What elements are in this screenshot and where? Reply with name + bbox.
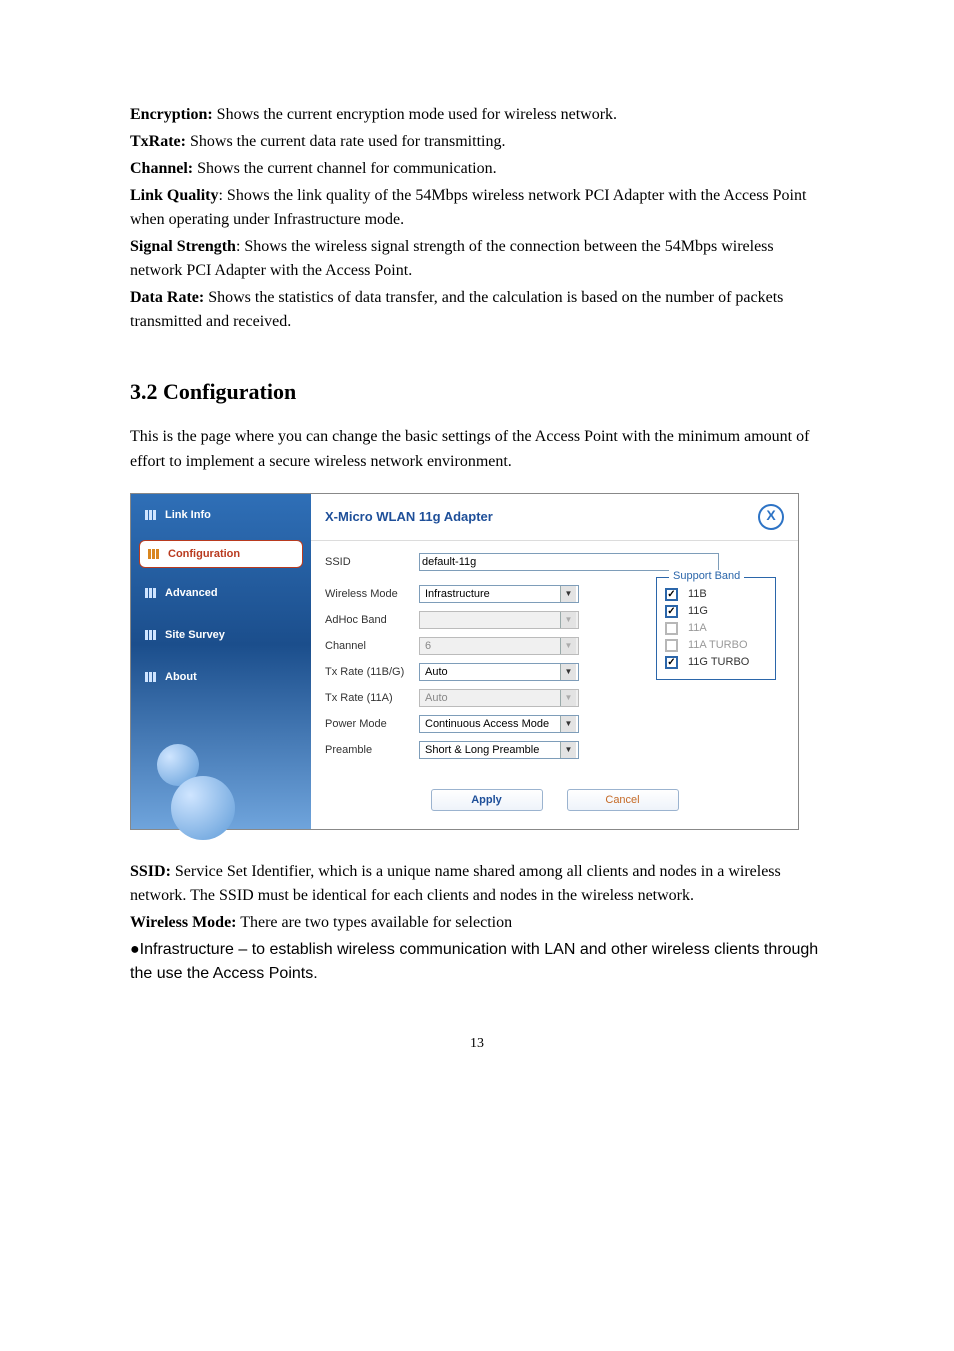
cb-11g-label: 11G xyxy=(688,605,708,617)
nav-configuration-label: Configuration xyxy=(168,548,240,560)
text-ssid: Service Set Identifier, which is a uniqu… xyxy=(130,863,781,904)
checkbox-11b[interactable] xyxy=(665,588,678,601)
checkbox-11g-turbo[interactable] xyxy=(665,656,678,669)
nav-configuration[interactable]: Configuration xyxy=(139,540,303,568)
term-wireless-mode: Wireless Mode: xyxy=(130,914,237,931)
panel-title: X-Micro WLAN 11g Adapter xyxy=(325,509,493,524)
checkbox-11a xyxy=(665,622,678,635)
nav-about[interactable]: About xyxy=(131,656,311,698)
channel-label: Channel xyxy=(325,640,419,652)
text-wireless-mode: There are two types available for select… xyxy=(237,914,513,931)
ssid-input[interactable] xyxy=(419,553,719,571)
cb-11a-label: 11A xyxy=(688,622,707,634)
bullet-infrastructure: ●Infrastructure – to establish wireless … xyxy=(130,941,818,982)
adhoc-band-label: AdHoc Band xyxy=(325,614,419,626)
txrate-bg-label: Tx Rate (11B/G) xyxy=(325,666,419,678)
nav-link-info-label: Link Info xyxy=(165,509,211,521)
support-band-group: Support Band 11B 11G 11A 11A TURBO 11G T… xyxy=(656,577,776,680)
section-intro: This is the page where you can change th… xyxy=(130,425,824,475)
term-ssid: SSID: xyxy=(130,863,171,880)
bars-icon xyxy=(145,671,157,683)
close-icon[interactable]: X xyxy=(758,504,784,530)
channel-select: 6▼ xyxy=(419,637,579,655)
text-txrate: Shows the current data rate used for tra… xyxy=(186,133,505,150)
term-channel: Channel: xyxy=(130,160,193,177)
term-linkquality: Link Quality xyxy=(130,187,218,204)
nav-link-info[interactable]: Link Info xyxy=(131,494,311,536)
bars-icon xyxy=(148,548,160,560)
dialog-nav: Link Info Configuration Advanced Site Su… xyxy=(131,494,311,829)
nav-about-label: About xyxy=(165,671,197,683)
chevron-down-icon: ▼ xyxy=(560,586,576,602)
nav-advanced[interactable]: Advanced xyxy=(131,572,311,614)
section-heading: 3.2 Configuration xyxy=(130,379,824,405)
nav-site-survey[interactable]: Site Survey xyxy=(131,614,311,656)
dialog-panel: X-Micro WLAN 11g Adapter X SSID Wireless… xyxy=(311,494,798,829)
page-number: 13 xyxy=(130,1036,824,1052)
cancel-button[interactable]: Cancel xyxy=(567,789,679,811)
chevron-down-icon: ▼ xyxy=(560,742,576,758)
text-channel: Shows the current channel for communicat… xyxy=(193,160,496,177)
text-datarate: Shows the statistics of data transfer, a… xyxy=(130,289,783,330)
definitions-block: Encryption: Shows the current encryption… xyxy=(130,103,824,334)
nav-advanced-label: Advanced xyxy=(165,587,218,599)
preamble-select[interactable]: Short & Long Preamble▼ xyxy=(419,741,579,759)
term-datarate: Data Rate: xyxy=(130,289,204,306)
txrate-bg-select[interactable]: Auto▼ xyxy=(419,663,579,681)
nav-site-survey-label: Site Survey xyxy=(165,629,225,641)
chevron-down-icon: ▼ xyxy=(560,612,576,628)
ssid-label: SSID xyxy=(325,556,419,568)
checkbox-11a-turbo xyxy=(665,639,678,652)
power-mode-select[interactable]: Continuous Access Mode▼ xyxy=(419,715,579,733)
post-dialog-definitions: SSID: Service Set Identifier, which is a… xyxy=(130,860,824,986)
power-mode-label: Power Mode xyxy=(325,718,419,730)
cb-11b-label: 11B xyxy=(688,588,707,600)
checkbox-11g[interactable] xyxy=(665,605,678,618)
term-encryption: Encryption: xyxy=(130,106,213,123)
text-encryption: Shows the current encryption mode used f… xyxy=(213,106,617,123)
chevron-down-icon: ▼ xyxy=(560,690,576,706)
cb-11a-turbo-label: 11A TURBO xyxy=(688,639,748,651)
text-linkquality: : Shows the link quality of the 54Mbps w… xyxy=(130,187,806,228)
panel-header: X-Micro WLAN 11g Adapter X xyxy=(311,494,798,541)
wireless-mode-select[interactable]: Infrastructure▼ xyxy=(419,585,579,603)
decoration-orb-icon xyxy=(171,776,235,840)
support-band-legend: Support Band xyxy=(669,570,744,582)
term-signal: Signal Strength xyxy=(130,238,236,255)
chevron-down-icon: ▼ xyxy=(560,664,576,680)
wireless-mode-label: Wireless Mode xyxy=(325,588,419,600)
txrate-a-select: Auto▼ xyxy=(419,689,579,707)
preamble-label: Preamble xyxy=(325,744,419,756)
term-txrate: TxRate: xyxy=(130,133,186,150)
chevron-down-icon: ▼ xyxy=(560,638,576,654)
bars-icon xyxy=(145,587,157,599)
adhoc-band-select: ▼ xyxy=(419,611,579,629)
chevron-down-icon: ▼ xyxy=(560,716,576,732)
configuration-dialog: Link Info Configuration Advanced Site Su… xyxy=(130,493,799,830)
bars-icon xyxy=(145,629,157,641)
txrate-a-label: Tx Rate (11A) xyxy=(325,692,419,704)
panel-body: SSID Wireless Mode Infrastructure▼ AdHoc… xyxy=(311,541,798,829)
bars-icon xyxy=(145,509,157,521)
apply-button[interactable]: Apply xyxy=(431,789,543,811)
cb-11g-turbo-label: 11G TURBO xyxy=(688,656,749,668)
